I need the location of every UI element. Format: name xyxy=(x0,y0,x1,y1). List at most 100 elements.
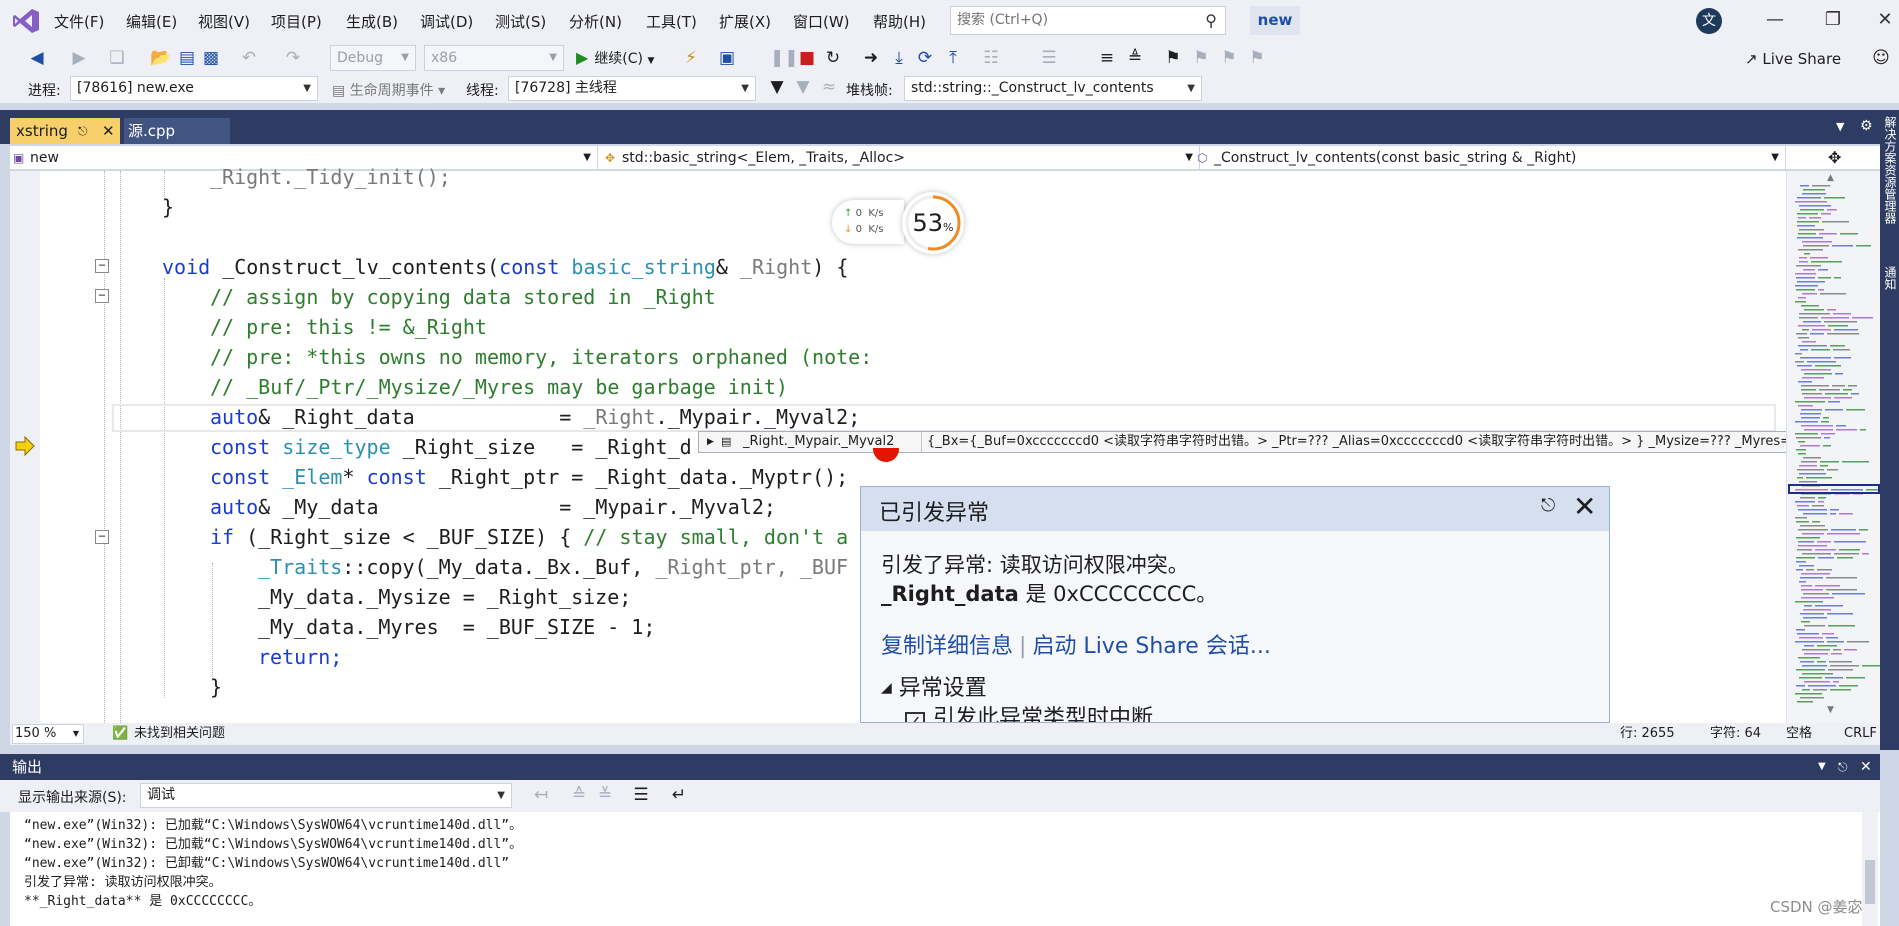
show-next-statement-icon[interactable]: ➜ xyxy=(860,48,882,68)
next-bookmark-icon[interactable]: ⚑ xyxy=(1218,48,1240,68)
filter-clear-icon[interactable]: ▼ xyxy=(792,77,814,97)
break-all-icon[interactable]: ❚❚ xyxy=(770,48,799,68)
vertical-scrollbar-minimap[interactable]: ▲ ▼ xyxy=(1786,171,1880,723)
split-editor-icon[interactable]: ✥ xyxy=(1828,146,1841,170)
prev-message-icon[interactable]: ≙ xyxy=(568,785,590,805)
step-over-icon[interactable]: ⟳ xyxy=(914,48,936,68)
pin-icon[interactable]: ⎋ xyxy=(1541,495,1555,516)
visual-studio-logo-icon[interactable] xyxy=(12,8,40,34)
menu-extensions[interactable]: 扩展(X) xyxy=(719,11,771,32)
output-source-combo[interactable]: 调试 ▼ xyxy=(140,783,512,808)
minimize-icon[interactable]: — xyxy=(1760,9,1790,30)
feedback-icon[interactable]: ☺ xyxy=(1870,48,1892,68)
open-folder-icon[interactable]: 📂 xyxy=(150,48,172,68)
line-ending[interactable]: CRLF xyxy=(1844,723,1877,745)
restart-icon[interactable]: ↻ xyxy=(822,48,844,68)
next-message-icon[interactable]: ≚ xyxy=(594,785,616,805)
class-combo[interactable]: ✥ std::basic_string<_Elem, _Traits, _All… xyxy=(602,146,1200,170)
indent-icon[interactable]: ≡ xyxy=(1096,48,1118,68)
menu-analyze[interactable]: 分析(N) xyxy=(569,11,622,32)
platform-combo[interactable]: x86 ▼ xyxy=(424,45,564,71)
new-item-icon[interactable]: ❏ xyxy=(106,48,128,68)
live-share-button[interactable]: ↗ Live Share xyxy=(1745,50,1841,68)
close-icon[interactable]: ✕ xyxy=(1573,490,1596,523)
menu-debug[interactable]: 调试(D) xyxy=(420,11,473,32)
bookmark-icon[interactable]: ⚑ xyxy=(1162,48,1184,68)
scrollbar-thumb[interactable] xyxy=(1865,860,1875,904)
scroll-down-icon[interactable]: ▼ xyxy=(1827,705,1834,715)
expand-arrow-icon[interactable]: ▶ xyxy=(707,432,714,452)
output-text-area[interactable]: “new.exe”(Win32): 已加载“C:\Windows\SysWOW6… xyxy=(10,812,1880,926)
hex-display-icon[interactable]: ☷ xyxy=(980,48,1002,68)
comment-icon[interactable]: ≜ xyxy=(1124,48,1146,68)
menu-help[interactable]: 帮助(H) xyxy=(873,11,926,32)
scroll-up-icon[interactable]: ▲ xyxy=(1827,173,1834,183)
menu-edit[interactable]: 编辑(E) xyxy=(126,11,177,32)
menu-view[interactable]: 视图(V) xyxy=(198,11,250,32)
clear-all-icon[interactable]: ☰ xyxy=(630,785,652,805)
user-avatar[interactable]: 文 xyxy=(1696,8,1722,34)
save-all-icon[interactable]: ▩ xyxy=(200,48,222,68)
solution-config-combo[interactable]: Debug ▼ xyxy=(330,45,416,71)
navigate-forward-icon[interactable]: ▶ xyxy=(68,48,90,68)
tab-xstring[interactable]: xstring ⎋ ✕ xyxy=(10,118,120,144)
word-wrap-icon[interactable]: ↵ xyxy=(668,785,690,805)
close-window-icon[interactable]: ✕ xyxy=(1874,9,1896,30)
menu-project[interactable]: 项目(P) xyxy=(271,11,322,32)
whitespace-mode[interactable]: 空格 xyxy=(1786,723,1812,745)
current-statement-arrow-icon[interactable] xyxy=(14,435,36,457)
search-icon[interactable]: ⚲ xyxy=(1205,11,1217,30)
filter-icon[interactable]: ▼ xyxy=(766,77,788,97)
tab-source-cpp[interactable]: 源.cpp xyxy=(124,118,230,144)
lifecycle-events-button[interactable]: ▤ 生命周期事件 ▾ xyxy=(332,80,445,100)
pin-icon[interactable]: ⎋ xyxy=(1838,754,1848,780)
continue-button[interactable]: ▶ 继续(C) ▼ xyxy=(576,46,654,70)
output-scrollbar[interactable] xyxy=(1862,812,1878,926)
navigate-back-icon[interactable]: ◀ xyxy=(26,48,48,68)
search-box[interactable]: ⚲ xyxy=(950,6,1226,35)
prev-bookmark-icon[interactable]: ⚑ xyxy=(1190,48,1212,68)
menu-tools[interactable]: 工具(T) xyxy=(646,11,697,32)
restore-icon[interactable]: ❐ xyxy=(1818,9,1848,30)
settings-gear-icon[interactable]: ⚙ xyxy=(1860,118,1873,134)
pin-icon[interactable]: ⎋ xyxy=(78,118,88,144)
menu-test[interactable]: 测试(S) xyxy=(495,11,546,32)
redo-icon[interactable]: ↷ xyxy=(282,48,304,68)
step-into-icon[interactable]: ⤓ xyxy=(888,48,910,68)
exception-settings-toggle[interactable]: ◢ 异常设置 xyxy=(881,670,987,702)
thread-icon[interactable]: ☰ xyxy=(1038,48,1060,68)
undo-icon[interactable]: ↶ xyxy=(238,48,260,68)
panel-dropdown-icon[interactable]: ▼ xyxy=(1818,754,1826,780)
fold-toggle[interactable]: − xyxy=(95,259,109,273)
menu-build[interactable]: 生成(B) xyxy=(346,11,398,32)
thread-combo[interactable]: [76728] 主线程 ▼ xyxy=(508,76,756,101)
copy-details-link[interactable]: 复制详细信息 xyxy=(881,634,1013,659)
solution-explorer-tab[interactable]: 解决方案资源管理器 xyxy=(1882,116,1899,224)
step-out-icon[interactable]: ⤒ xyxy=(942,48,964,68)
stack-frame-combo[interactable]: std::string::_Construct_lv_contents ▼ xyxy=(904,76,1202,101)
find-message-icon[interactable]: ↤ xyxy=(530,785,552,805)
stop-debugging-icon[interactable]: ■ xyxy=(796,48,818,68)
solution-name-badge[interactable]: new xyxy=(1250,6,1300,35)
notifications-tab[interactable]: 通知 xyxy=(1882,266,1899,290)
start-live-share-link[interactable]: 启动 Live Share 会话... xyxy=(1032,634,1270,659)
break-on-exception-checkbox[interactable]: ✓ 引发此异常类型时中断 xyxy=(905,700,1153,722)
save-icon[interactable]: ▤ xyxy=(176,48,198,68)
close-icon[interactable]: ✕ xyxy=(1860,754,1872,780)
search-input[interactable] xyxy=(957,7,1193,33)
network-speed-widget[interactable]: ↑ 0 K/s ↓ 0 K/s 53% xyxy=(832,192,968,254)
tab-dropdown-icon[interactable]: ▼ xyxy=(1836,120,1844,133)
hot-reload-icon[interactable]: ⚡ xyxy=(680,48,702,68)
close-icon[interactable]: ✕ xyxy=(102,118,115,144)
menu-file[interactable]: 文件(F) xyxy=(54,11,104,32)
issues-status[interactable]: 未找到相关问题 xyxy=(134,723,225,745)
menu-window[interactable]: 窗口(W) xyxy=(793,11,850,32)
process-combo[interactable]: [78616] new.exe ▼ xyxy=(70,76,318,101)
member-combo[interactable]: ⬡ _Construct_lv_contents(const basic_str… xyxy=(1194,146,1786,170)
process-icon[interactable]: ▣ xyxy=(716,48,738,68)
fold-toggle[interactable]: − xyxy=(95,289,109,303)
zoom-combo[interactable]: 150 % ▼ xyxy=(12,724,84,744)
flag-threads-icon[interactable]: ≈ xyxy=(818,77,840,97)
clear-bookmarks-icon[interactable]: ⚑ xyxy=(1246,48,1268,68)
fold-toggle[interactable]: − xyxy=(95,530,109,544)
